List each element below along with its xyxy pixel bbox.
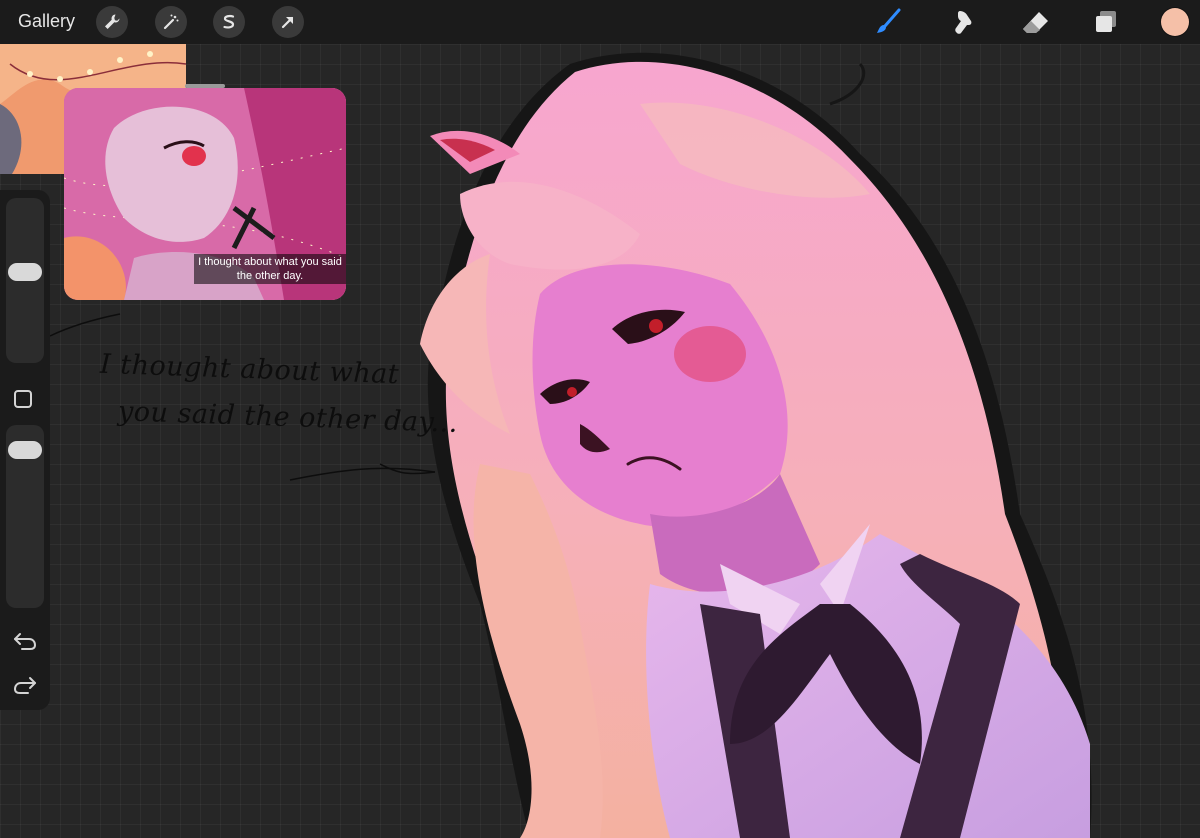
selection-button[interactable] [213,6,245,38]
actions-button[interactable] [96,6,128,38]
layers-icon [1096,11,1116,32]
layers-button[interactable] [1090,6,1122,38]
smudge-tool-button[interactable] [948,6,980,38]
smudge-icon [955,11,972,34]
top-toolbar: Gallery [0,0,1200,44]
transform-arrow-icon [281,16,294,29]
gallery-button[interactable]: Gallery [18,11,75,32]
sidebar [0,190,50,710]
undo-icon[interactable] [12,630,38,652]
brush-icon [877,8,901,33]
reference-window[interactable]: I thought about what you said the other … [64,88,346,300]
character-illustration [420,52,1092,838]
brush-size-thumb[interactable] [8,263,42,281]
subtitle-line2: the other day. [236,270,304,282]
adjustments-button[interactable] [155,6,187,38]
speech-tail-lines [49,313,436,481]
magic-wand-icon [163,14,179,30]
opacity-thumb[interactable] [8,441,42,459]
modify-button[interactable] [14,390,32,408]
subtitle-line1: I thought about what you said [198,256,342,268]
eraser-tool-button[interactable] [1020,6,1052,38]
color-picker-swatch[interactable] [1161,8,1189,36]
brush-tool-button[interactable] [872,6,904,38]
brush-size-slider[interactable] [6,198,44,363]
opacity-slider[interactable] [6,425,44,608]
eraser-icon [1023,12,1048,33]
redo-icon[interactable] [12,674,38,696]
transform-button[interactable] [272,6,304,38]
reference-subtitle: I thought about what you said the other … [194,254,346,284]
wrench-icon [105,14,120,29]
selection-icon [223,14,235,29]
